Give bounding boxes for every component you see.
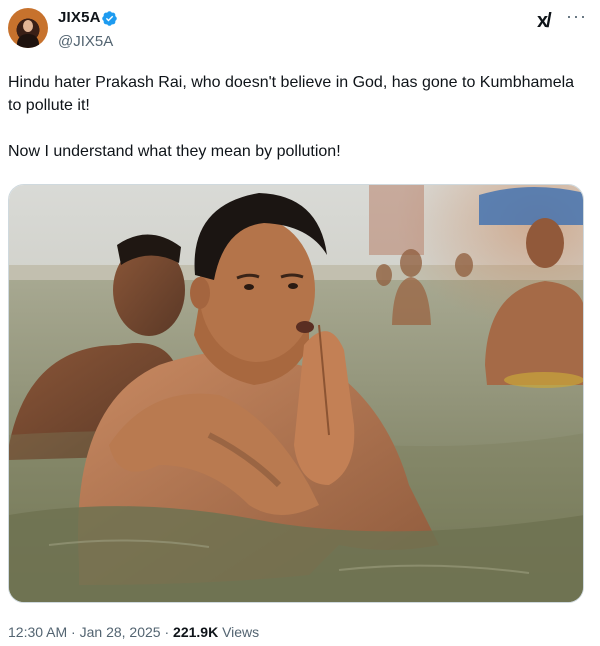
river-bathing-photo: [9, 185, 583, 602]
handle[interactable]: @JIX5A: [58, 33, 113, 50]
display-name[interactable]: JIX5A: [58, 9, 101, 26]
verified-badge-icon: [102, 11, 117, 26]
avatar-face: [23, 20, 33, 32]
tweet-meta: 12:30 AM · Jan 28, 2025 · 221.9K Views: [8, 624, 259, 640]
grok-icon[interactable]: x/: [537, 10, 552, 33]
separator-dot: ·: [164, 624, 174, 640]
views-label: Views: [222, 624, 260, 640]
avatar[interactable]: [8, 8, 48, 48]
separator-dot: ·: [71, 624, 80, 640]
tweet-text: Hindu hater Prakash Rai, who doesn't bel…: [8, 71, 588, 163]
more-icon[interactable]: ···: [566, 6, 587, 27]
tweet-photo[interactable]: [8, 184, 584, 603]
avatar-body: [17, 34, 39, 48]
tweet-date[interactable]: Jan 28, 2025: [80, 624, 161, 640]
views-count: 221.9K: [173, 624, 219, 640]
tweet-paragraph: Hindu hater Prakash Rai, who doesn't bel…: [8, 74, 575, 114]
tweet-time[interactable]: 12:30 AM: [8, 624, 67, 640]
tweet-paragraph: Now I understand what they mean by pollu…: [8, 143, 341, 160]
